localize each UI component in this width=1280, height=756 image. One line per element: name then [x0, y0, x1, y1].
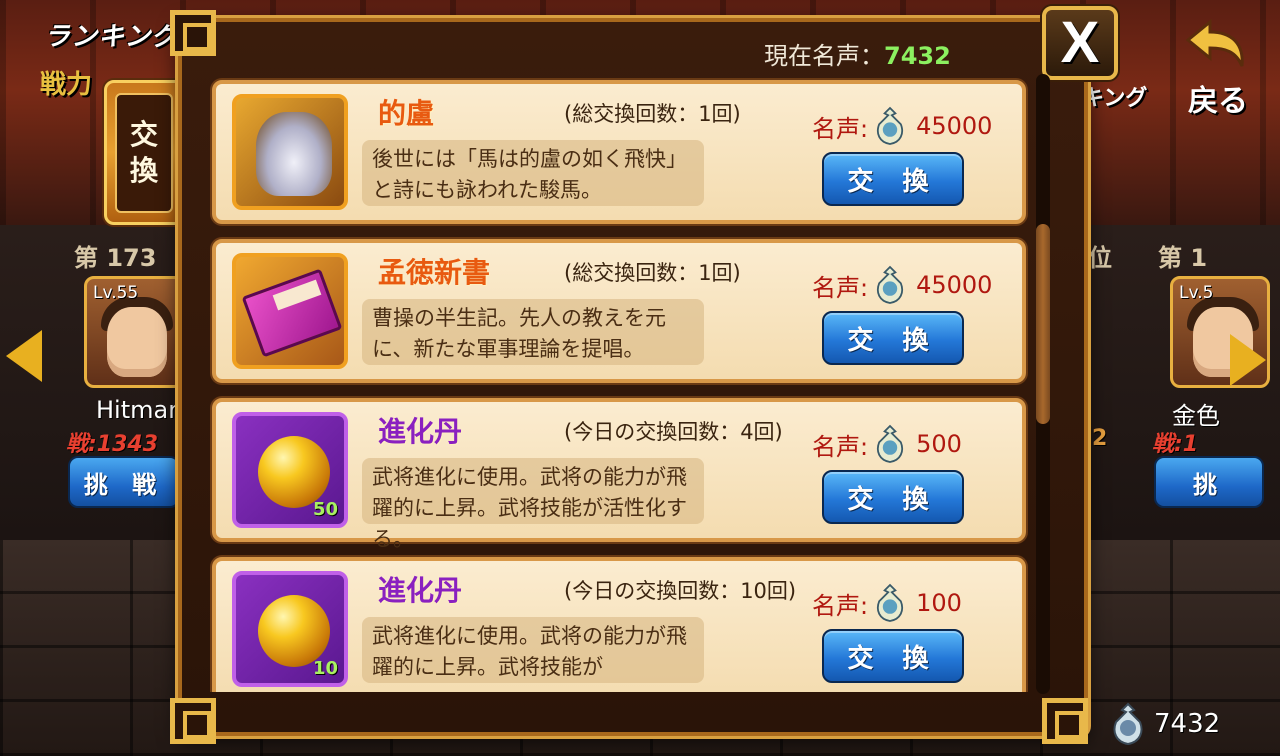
item-description: 後世には「馬は的盧の如く飛快」と詩にも詠われた駿馬。	[362, 140, 704, 206]
fame-token-icon	[872, 106, 908, 146]
current-fame-value: 7432	[884, 42, 951, 70]
scrollbar[interactable]	[1036, 74, 1050, 694]
arrow-right-icon[interactable]	[1230, 334, 1266, 386]
hero-level: Lv.55	[93, 283, 139, 303]
tab-exchange-label-1: 交	[129, 117, 158, 151]
orb-icon: 50	[232, 412, 348, 528]
hero-portrait	[107, 307, 167, 377]
item-description: 曹操の半生記。先人の教えを元に、新たな軍事理論を提唱。	[362, 299, 704, 365]
fame-token-icon	[1108, 702, 1148, 746]
item-exchange-count: (今日の交換回数：4回)	[564, 420, 783, 444]
price-label: 名声:	[812, 273, 869, 302]
item-price: 名声: 45000	[812, 265, 992, 305]
item-price: 名声: 500	[812, 424, 962, 464]
scrollbar-thumb[interactable]	[1036, 224, 1050, 424]
return-arrow-icon	[1185, 18, 1244, 67]
close-button[interactable]: X	[1042, 6, 1118, 80]
power-ranking-title: 戦力	[40, 70, 93, 100]
item-name: 的盧	[378, 97, 435, 130]
exchange-item: 的盧 (総交換回数：1回) 後世には「馬は的盧の如く飛快」と詩にも詠われた駿馬。…	[212, 80, 1026, 224]
item-price: 名声: 45000	[812, 106, 992, 146]
exchange-button[interactable]: 交 換	[822, 311, 964, 365]
frame-corner-ornament	[1042, 698, 1088, 744]
arrow-left-icon[interactable]	[6, 330, 42, 382]
item-description: 武将進化に使用。武将の能力が飛躍的に上昇。武将技能が	[362, 617, 704, 683]
rank-right-position: 位	[1088, 244, 1112, 272]
close-icon: X	[1060, 10, 1100, 75]
hero-power-digit: 2	[1092, 426, 1108, 451]
fame-balance: 7432	[1108, 700, 1268, 748]
hero-card-left[interactable]: Lv.55	[84, 276, 184, 388]
fame-token-icon	[872, 265, 908, 305]
item-description: 武将進化に使用。武将の能力が飛躍的に上昇。武将技能が活性化する。	[362, 458, 704, 551]
exchange-button[interactable]: 交 換	[822, 470, 964, 524]
exchange-button[interactable]: 交 換	[822, 152, 964, 206]
price-label: 名声:	[812, 114, 869, 143]
price-value: 100	[916, 589, 962, 617]
hero-power-left: 戦:1343	[66, 432, 159, 457]
rank-right: 第 1	[1158, 244, 1208, 272]
current-fame: 現在名声：7432	[764, 36, 951, 71]
item-price: 名声: 100	[812, 583, 962, 623]
challenge-button-right[interactable]: 挑	[1154, 456, 1264, 508]
price-value: 45000	[916, 271, 993, 299]
exchange-item: 50 進化丹 (今日の交換回数：4回) 武将進化に使用。武将の能力が飛躍的に上昇…	[212, 398, 1026, 551]
exchange-button[interactable]: 交 換	[822, 629, 964, 683]
fame-token-icon	[872, 583, 908, 623]
hero-level: Lv.5	[1179, 283, 1214, 303]
item-exchange-count: (今日の交換回数：10回)	[564, 579, 797, 603]
tab-exchange[interactable]: 交 換	[104, 80, 184, 225]
current-fame-label: 現在名声：	[764, 42, 884, 70]
orb-icon: 10	[232, 571, 348, 687]
hero-power-right: 戦:1	[1152, 432, 1199, 457]
price-value: 45000	[916, 112, 993, 140]
ranking-title-partial: キング	[1082, 86, 1148, 111]
item-name: 進化丹	[378, 415, 463, 448]
hero-name-left: Hitman	[96, 396, 184, 424]
horse-icon	[232, 94, 348, 210]
item-name: 孟徳新書	[378, 256, 491, 289]
price-value: 500	[916, 430, 962, 458]
item-stack-count: 10	[312, 658, 338, 679]
return-label: 戻る	[1188, 84, 1248, 119]
exchange-item: 孟徳新書 (総交換回数：1回) 曹操の半生記。先人の教えを元に、新たな軍事理論を…	[212, 239, 1026, 383]
item-stack-count: 50	[312, 499, 338, 520]
tab-exchange-label-2: 換	[129, 154, 158, 187]
exchange-item-list: 的盧 (総交換回数：1回) 後世には「馬は的盧の如く飛快」と詩にも詠われた駿馬。…	[208, 74, 1030, 692]
exchange-item: 10 進化丹 (今日の交換回数：10回) 武将進化に使用。武将の能力が飛躍的に上…	[212, 557, 1026, 692]
item-exchange-count: (総交換回数：1回)	[564, 102, 741, 126]
price-label: 名声:	[812, 591, 869, 620]
fame-token-icon	[872, 424, 908, 464]
rank-left: 第 173	[74, 244, 157, 272]
fame-balance-value: 7432	[1154, 709, 1221, 739]
item-exchange-count: (総交換回数：1回)	[564, 261, 741, 285]
book-icon	[232, 253, 348, 369]
challenge-button-left[interactable]: 挑 戦	[68, 456, 180, 508]
item-name: 進化丹	[378, 574, 463, 607]
frame-corner-ornament	[170, 10, 216, 56]
price-label: 名声:	[812, 432, 869, 461]
ranking-title: ランキング	[44, 22, 179, 52]
frame-corner-ornament	[170, 698, 216, 744]
